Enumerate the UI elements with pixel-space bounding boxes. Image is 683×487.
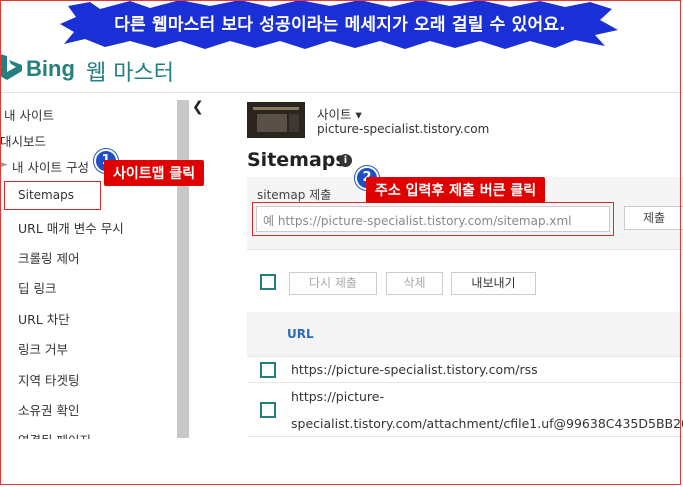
- red-frame-overlay: [0, 0, 681, 485]
